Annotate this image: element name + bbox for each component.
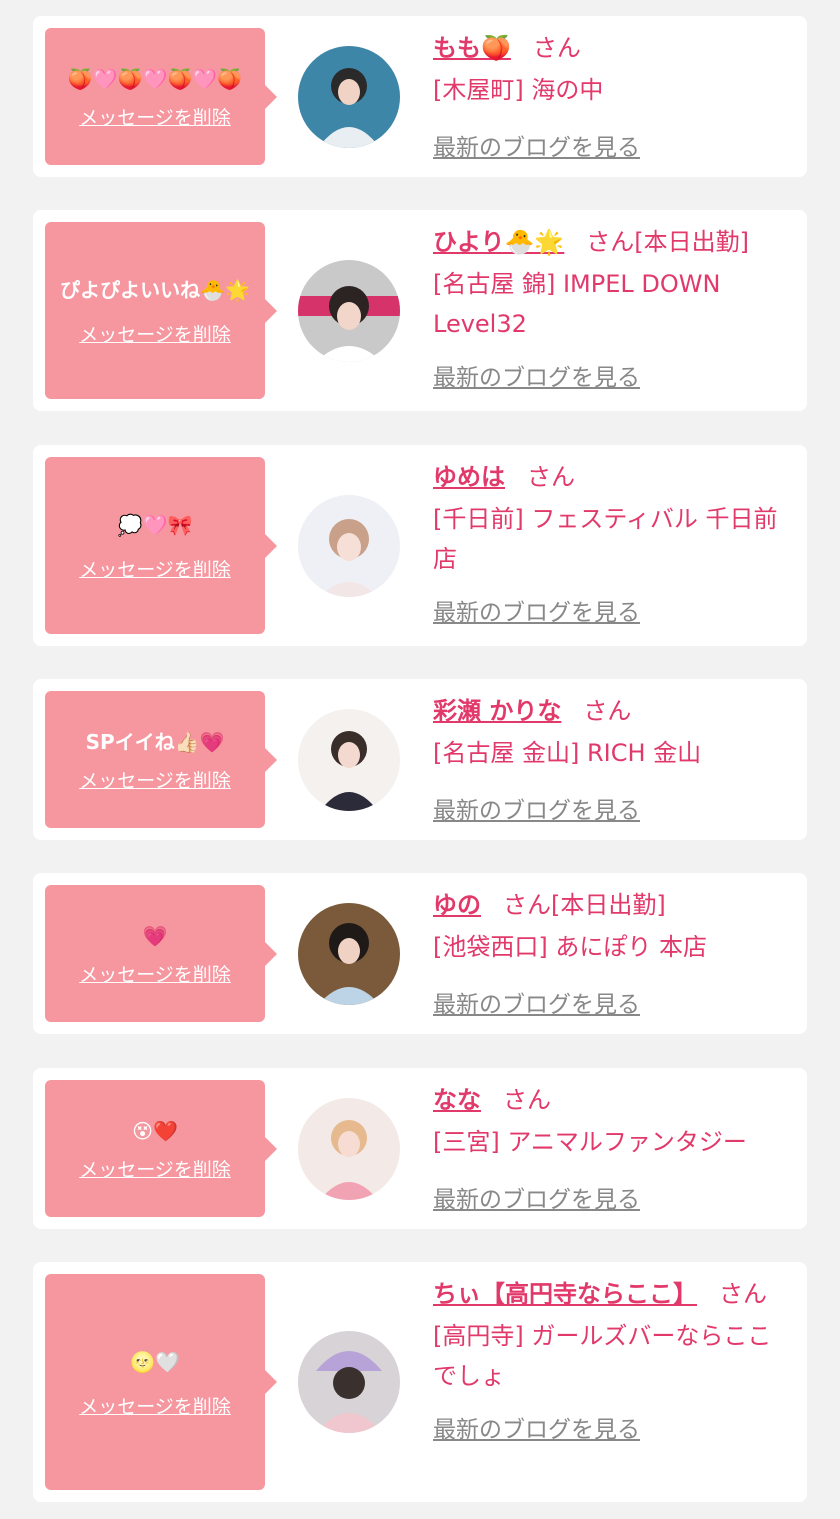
delete-message-link[interactable]: メッセージを削除 — [79, 320, 231, 347]
message-card: 💭🩷🎀 メッセージを削除 ゆめは さん [千日前] フェスティバル 千日前店 最新… — [33, 445, 807, 646]
name-line: もも🍑 さん — [433, 28, 781, 68]
attendance-status: [本日出勤] — [634, 228, 750, 256]
name-line: ひより🐣🌟 さん[本日出勤] — [433, 222, 781, 262]
avatar-photo — [298, 1331, 400, 1433]
avatar[interactable] — [298, 495, 400, 597]
message-card: SPイイね👍🏻💗 メッセージを削除 彩瀬 かりな さん [名古屋 金山] RICH… — [33, 679, 807, 840]
girl-name-link[interactable]: ゆの — [433, 891, 481, 919]
girl-name-link[interactable]: もも🍑 — [433, 34, 511, 62]
message-bubble: 🍑🩷🍑🩷🍑🩷🍑 メッセージを削除 — [45, 28, 277, 165]
latest-blog-link[interactable]: 最新のブログを見る — [433, 128, 640, 162]
girl-name-link[interactable]: 彩瀬 かりな — [433, 697, 561, 725]
latest-blog-link[interactable]: 最新のブログを見る — [433, 1410, 640, 1444]
avatar-photo — [298, 1098, 400, 1200]
latest-blog-link[interactable]: 最新のブログを見る — [433, 358, 640, 392]
honorific: さん — [503, 891, 551, 919]
message-text: 😵❤️ — [132, 1119, 178, 1143]
message-card: ぴよぴよいいね🐣🌟 メッセージを削除 ひより🐣🌟 さん[本日出勤] [名古屋 錦]… — [33, 210, 807, 411]
latest-blog-link[interactable]: 最新のブログを見る — [433, 593, 640, 627]
girl-info: もも🍑 さん [木屋町] 海の中 最新のブログを見る — [433, 28, 781, 162]
message-bubble: 😵❤️ メッセージを削除 — [45, 1080, 277, 1217]
avatar[interactable] — [298, 709, 400, 811]
message-card: 😵❤️ メッセージを削除 なな さん [三宮] アニマルファンタジー 最新のブログ… — [33, 1068, 807, 1229]
shop-text: [池袋西口] あにぽり 本店 — [433, 933, 707, 961]
girl-info: ゆの さん[本日出勤] [池袋西口] あにぽり 本店 最新のブログを見る — [433, 885, 781, 1019]
shop-text: [木屋町] 海の中 — [433, 76, 604, 104]
honorific: さん — [503, 1086, 551, 1114]
girl-name-link[interactable]: ひより🐣🌟 — [433, 228, 564, 256]
girl-name-link[interactable]: ちぃ【高円寺ならここ】 — [433, 1280, 697, 1308]
avatar-photo — [298, 495, 400, 597]
avatar[interactable] — [298, 1331, 400, 1433]
name-line: ちぃ【高円寺ならここ】 さん — [433, 1274, 781, 1314]
name-line: なな さん — [433, 1080, 781, 1120]
avatar[interactable] — [298, 46, 400, 148]
message-bubble: 🌝🤍 メッセージを削除 — [45, 1274, 277, 1490]
shop-text: [高円寺] ガールズバーならここでしょ — [433, 1322, 772, 1390]
message-text: 💗 — [142, 924, 168, 948]
shop-text: [名古屋 錦] IMPEL DOWN Level32 — [433, 270, 721, 338]
message-card: 🍑🩷🍑🩷🍑🩷🍑 メッセージを削除 もも🍑 さん [木屋町] 海の中 最新のブログを… — [33, 16, 807, 177]
honorific: さん — [532, 34, 581, 62]
girl-info: ちぃ【高円寺ならここ】 さん [高円寺] ガールズバーならここでしょ 最新のブログ… — [433, 1274, 781, 1444]
delete-message-link[interactable]: メッセージを削除 — [79, 555, 231, 582]
delete-message-link[interactable]: メッセージを削除 — [79, 1155, 231, 1182]
honorific: さん — [583, 697, 632, 725]
name-line: ゆめは さん — [433, 457, 781, 497]
avatar[interactable] — [298, 1098, 400, 1200]
message-bubble: 💗 メッセージを削除 — [45, 885, 277, 1022]
message-text: SPイイね👍🏻💗 — [85, 730, 225, 754]
message-bubble: ぴよぴよいいね🐣🌟 メッセージを削除 — [45, 222, 277, 399]
name-line: ゆの さん[本日出勤] — [433, 885, 781, 925]
latest-blog-link[interactable]: 最新のブログを見る — [433, 1180, 640, 1214]
shop-text: [名古屋 金山] RICH 金山 — [433, 739, 702, 767]
honorific: さん — [719, 1280, 767, 1308]
avatar-photo — [298, 260, 400, 362]
girl-info: ひより🐣🌟 さん[本日出勤] [名古屋 錦] IMPEL DOWN Level32… — [433, 222, 781, 392]
honorific: さん — [527, 463, 575, 491]
girl-info: 彩瀬 かりな さん [名古屋 金山] RICH 金山 最新のブログを見る — [433, 691, 781, 825]
delete-message-link[interactable]: メッセージを削除 — [79, 103, 231, 130]
girl-name-link[interactable]: なな — [433, 1086, 481, 1114]
avatar-photo — [298, 709, 400, 811]
message-text: ぴよぴよいいね🐣🌟 — [60, 278, 250, 302]
avatar[interactable] — [298, 903, 400, 1005]
girl-name-link[interactable]: ゆめは — [433, 463, 505, 491]
message-text: 🍑🩷🍑🩷🍑🩷🍑 — [67, 67, 243, 91]
name-line: 彩瀬 かりな さん — [433, 691, 781, 731]
message-card: 🌝🤍 メッセージを削除 ちぃ【高円寺ならここ】 さん [高円寺] ガールズバーなら… — [33, 1262, 807, 1502]
message-text: 🌝🤍 — [130, 1349, 180, 1374]
honorific: さん — [586, 228, 635, 256]
avatar[interactable] — [298, 260, 400, 362]
message-bubble: SPイイね👍🏻💗 メッセージを削除 — [45, 691, 277, 828]
girl-info: ゆめは さん [千日前] フェスティバル 千日前店 最新のブログを見る — [433, 457, 781, 627]
delete-message-link[interactable]: メッセージを削除 — [79, 960, 231, 987]
delete-message-link[interactable]: メッセージを削除 — [79, 766, 231, 793]
latest-blog-link[interactable]: 最新のブログを見る — [433, 791, 640, 825]
avatar-photo — [298, 903, 400, 1005]
message-bubble: 💭🩷🎀 メッセージを削除 — [45, 457, 277, 634]
girl-info: なな さん [三宮] アニマルファンタジー 最新のブログを見る — [433, 1080, 781, 1214]
message-text: 💭🩷🎀 — [117, 513, 193, 537]
latest-blog-link[interactable]: 最新のブログを見る — [433, 985, 640, 1019]
shop-text: [三宮] アニマルファンタジー — [433, 1128, 747, 1156]
attendance-status: [本日出勤] — [551, 891, 666, 919]
avatar-photo — [298, 46, 400, 148]
delete-message-link[interactable]: メッセージを削除 — [79, 1392, 231, 1419]
shop-text: [千日前] フェスティバル 千日前店 — [433, 505, 778, 573]
message-card: 💗 メッセージを削除 ゆの さん[本日出勤] [池袋西口] あにぽり 本店 最新の… — [33, 873, 807, 1034]
